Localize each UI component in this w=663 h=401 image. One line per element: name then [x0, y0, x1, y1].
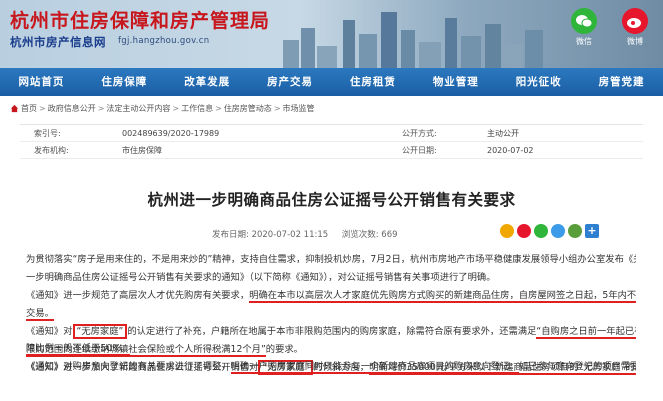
breadcrumb-statutory[interactable]: 法定主动公开内容: [106, 103, 170, 114]
paragraph-intro: 为贯彻落实“房子是用来住的，不是用来炒的”精神，支持自住需求，抑制投机炒房，7月…: [26, 251, 636, 287]
wechat-share-icon[interactable]: [534, 224, 548, 238]
meta-table: 索引号: 002489639/2020-17989 公开方式: 主动公开 发布机…: [20, 124, 643, 159]
paragraph-line: 《通知》对购房意向登记的有关要求进行了调整，明确一户购房家庭同时只能参与一个新建…: [26, 358, 636, 376]
paragraph-registration: 障比例一般不低于50%。 《通知》对购房意向登记的有关要求进行了调整，明确一户购…: [26, 340, 636, 376]
breadcrumb-work-info[interactable]: 工作信息: [181, 103, 213, 114]
paragraph-line: 一步明确商品住房公证摇号公开销售有关要求的通知》（以下简称《通知》），对公证摇号…: [26, 272, 496, 283]
douban-share-icon[interactable]: [568, 224, 582, 238]
city-skyline-image: [283, 12, 543, 68]
publish-date-label: 发布日期:: [212, 230, 249, 240]
paragraph-talent: 《通知》进一步规范了高层次人才优先购房有关要求，明确在本市以高层次人才家庭优先购…: [26, 287, 636, 323]
nav-item-expropriation[interactable]: 阳光征收: [497, 68, 580, 96]
boxed-text: “无房家庭”: [72, 324, 128, 339]
breadcrumb-market-supervision[interactable]: 市场监管: [283, 103, 315, 114]
highlighted-text: 交易。: [26, 308, 54, 321]
nav-item-rental[interactable]: 住房租赁: [332, 68, 415, 96]
views-count: 669: [381, 230, 398, 240]
home-icon: [10, 104, 19, 113]
nav-item-party[interactable]: 房管党建: [580, 68, 663, 96]
nav-item-home[interactable]: 网站首页: [0, 68, 83, 96]
qzone-share-icon[interactable]: [500, 224, 514, 238]
article-title: 杭州进一步明确商品住房公证摇号公开销售有关要求: [147, 191, 516, 209]
highlighted-text: 障比例一般不低于50%。: [26, 343, 131, 356]
wechat-label: 微信: [576, 37, 592, 46]
meta-row: 发布机构: 市住房保障 公开日期: 2020-07-02: [20, 142, 643, 159]
paragraph-line: 障比例一般不低于50%。: [26, 340, 636, 358]
text-run: 的认定进行了补充，户籍所在地属于本市非限购范围内的购房家庭，除需符合原有要求外，…: [127, 326, 537, 337]
breadcrumb-housing-news[interactable]: 住房房管动态: [224, 103, 272, 114]
main-nav: 网站首页 住房保障 改革发展 房产交易 住房租赁 物业管理 阳光征收 房管党建: [0, 68, 663, 96]
publisher-label: 发布机构:: [34, 146, 69, 155]
nav-item-transactions[interactable]: 房产交易: [249, 68, 332, 96]
disclosure-date-label: 公开日期:: [402, 146, 437, 155]
nav-item-reform[interactable]: 改革发展: [166, 68, 249, 96]
share-bar: +: [500, 224, 599, 238]
site-subtitle: 杭州市房产信息网: [10, 35, 106, 49]
disclosure-method-label: 公开方式:: [402, 129, 437, 138]
weibo-share-icon[interactable]: [517, 224, 531, 238]
publish-date: 2020-07-02 11:15: [251, 230, 329, 240]
text-run: 如已参与意向登记的项目需要摇号: [518, 361, 636, 372]
disclosure-method-value: 主动公开: [487, 129, 519, 138]
text-run: 《通知》对购房意向登记的有关要求进行了调整，: [26, 361, 231, 372]
publisher-value: 市住房保障: [122, 146, 162, 155]
weibo-link[interactable]: 微博: [616, 8, 654, 47]
site-url: fgj.hangzhou.gov.cn: [118, 36, 210, 46]
highlighted-text: 明确在本市以高层次人才家庭优先购房方式购买的新建商品住房，自房屋网签之日起，5年…: [249, 290, 636, 303]
breadcrumb-gov-info[interactable]: 政府信息公开: [48, 103, 96, 114]
text-run: 《通知》对: [26, 326, 73, 337]
publish-info: 发布日期: 2020-07-02 11:15 浏览次数: 669: [212, 228, 398, 240]
index-number-label: 索引号:: [34, 129, 61, 138]
weibo-label: 微博: [627, 37, 643, 46]
breadcrumb-home[interactable]: 首页: [21, 103, 37, 114]
nav-item-property[interactable]: 物业管理: [414, 68, 497, 96]
weibo-icon: [622, 8, 648, 34]
paragraph-line: 交易。: [26, 305, 636, 323]
paragraph-line: 《通知》进一步规范了高层次人才优先购房有关要求，明确在本市以高层次人才家庭优先购…: [26, 287, 636, 305]
text-run: 《通知》进一步规范了高层次人才优先购房有关要求，: [26, 290, 250, 301]
breadcrumb: 首页 > 政府信息公开 > 法定主动公开内容 > 工作信息 > 住房房管动态 > 市场监管: [10, 103, 315, 114]
highlighted-text: “自购房之日前一年起已在本市: [536, 326, 636, 339]
views-label: 浏览次数:: [341, 230, 379, 240]
wechat-icon: [571, 8, 597, 34]
site-title[interactable]: 杭州市住房保障和房产管理局: [10, 6, 270, 33]
wechat-link[interactable]: 微信: [565, 8, 603, 47]
disclosure-date-value: 2020-07-02: [487, 146, 534, 155]
highlighted-text: 明确一户购房家庭同时只能参与一个新建商品房项目的购房意向登记。: [230, 361, 519, 374]
paragraph-line: 《通知》对 “无房家庭” 的认定进行了补充，户籍所在地属于本市非限购范围内的购房家庭…: [26, 323, 636, 341]
qq-share-icon[interactable]: [551, 224, 565, 238]
meta-row: 索引号: 002489639/2020-17989 公开方式: 主动公开: [20, 125, 643, 142]
index-number-value: 002489639/2020-17989: [122, 129, 220, 138]
header-banner: 杭州市住房保障和房产管理局 杭州市房产信息网 fgj.hangzhou.gov.…: [0, 0, 663, 68]
paragraph-line: 为贯彻落实“房子是用来住的，不是用来炒的”精神，支持自住需求，抑制投机炒房，7月…: [26, 254, 636, 265]
nav-item-housing-security[interactable]: 住房保障: [83, 68, 166, 96]
more-share-icon[interactable]: +: [585, 224, 599, 238]
